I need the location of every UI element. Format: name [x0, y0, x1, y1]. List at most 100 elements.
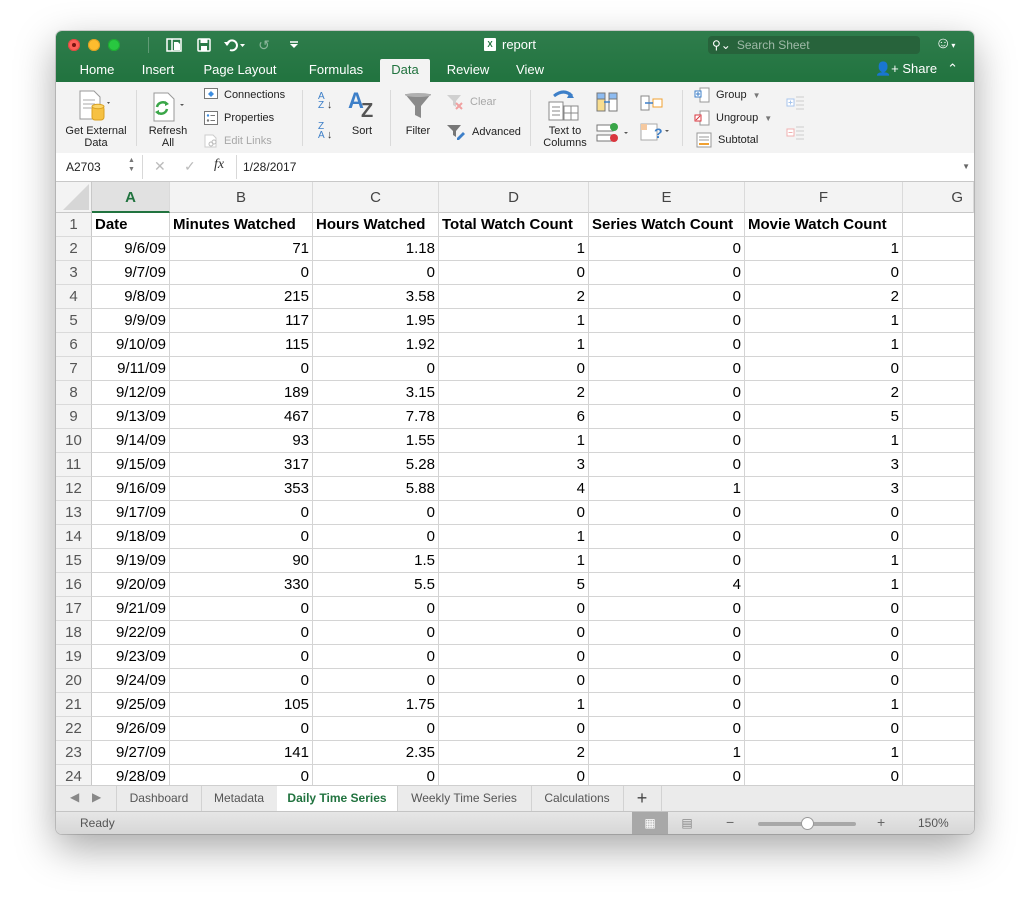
tab-review[interactable]: Review	[440, 59, 496, 82]
cell-movie-watch-count[interactable]: 0	[745, 717, 903, 741]
cell-movie-watch-count[interactable]: 1	[745, 333, 903, 357]
name-box-stepper[interactable]: ▲ ▼	[128, 156, 135, 174]
cell-hours-watched[interactable]: 0	[313, 621, 439, 645]
cell-series-watch-count[interactable]: 0	[589, 261, 745, 285]
cell-total-watch-count[interactable]: 1	[439, 333, 589, 357]
tab-insert[interactable]: Insert	[132, 59, 184, 82]
cell-g[interactable]	[903, 717, 974, 741]
cell-movie-watch-count[interactable]: 1	[745, 429, 903, 453]
cell-total-watch-count[interactable]: 5	[439, 573, 589, 597]
cell-g[interactable]	[903, 693, 974, 717]
cell-series-watch-count[interactable]: 0	[589, 669, 745, 693]
cell-date[interactable]: 9/8/09	[92, 285, 170, 309]
cell-g[interactable]	[903, 405, 974, 429]
cell-minutes-watched[interactable]: 0	[170, 645, 313, 669]
cell-movie-watch-count[interactable]: 0	[745, 645, 903, 669]
row-number[interactable]: 15	[56, 549, 92, 573]
cell-minutes-watched[interactable]: 0	[170, 597, 313, 621]
formula-input[interactable]: 1/28/2017	[243, 160, 296, 174]
row-number[interactable]: 23	[56, 741, 92, 765]
cell-hours-watched[interactable]: 2.35	[313, 741, 439, 765]
cell-movie-watch-count[interactable]: 0	[745, 357, 903, 381]
refresh-all-button[interactable]: Refresh All	[144, 125, 192, 149]
cell-series-watch-count[interactable]: 0	[589, 357, 745, 381]
cell-series-watch-count[interactable]: Series Watch Count	[589, 213, 745, 237]
expand-formula-bar-icon[interactable]: ▼	[962, 162, 970, 171]
cell-series-watch-count[interactable]: 0	[589, 597, 745, 621]
cell-date[interactable]: 9/11/09	[92, 357, 170, 381]
cell-hours-watched[interactable]: 0	[313, 669, 439, 693]
cell-hours-watched[interactable]: 0	[313, 645, 439, 669]
cell-total-watch-count[interactable]: 0	[439, 597, 589, 621]
tab-home[interactable]: Home	[70, 59, 124, 82]
cell-minutes-watched[interactable]: 215	[170, 285, 313, 309]
name-box[interactable]: A2703	[66, 160, 101, 174]
cell-minutes-watched[interactable]: 189	[170, 381, 313, 405]
cell-g[interactable]	[903, 429, 974, 453]
cell-minutes-watched[interactable]: 0	[170, 621, 313, 645]
cell-movie-watch-count[interactable]: 5	[745, 405, 903, 429]
sort-z-to-a-button[interactable]: ZA ↓	[318, 122, 332, 141]
column-header-g[interactable]: G	[903, 182, 974, 213]
cell-total-watch-count[interactable]: 2	[439, 741, 589, 765]
cell-movie-watch-count[interactable]: 0	[745, 621, 903, 645]
row-number[interactable]: 13	[56, 501, 92, 525]
cell-movie-watch-count[interactable]: 3	[745, 453, 903, 477]
cell-total-watch-count[interactable]: 0	[439, 357, 589, 381]
undo-icon[interactable]	[219, 36, 249, 54]
zoom-slider[interactable]	[758, 817, 856, 830]
cell-hours-watched[interactable]: 1.75	[313, 693, 439, 717]
cell-g[interactable]	[903, 501, 974, 525]
add-sheet-button[interactable]: +	[623, 786, 662, 811]
cell-date[interactable]: 9/19/09	[92, 549, 170, 573]
column-header-e[interactable]: E	[589, 182, 745, 213]
row-number[interactable]: 2	[56, 237, 92, 261]
cell-date[interactable]: 9/25/09	[92, 693, 170, 717]
cell-movie-watch-count[interactable]: 0	[745, 669, 903, 693]
row-number[interactable]: 20	[56, 669, 92, 693]
cell-minutes-watched[interactable]: 0	[170, 261, 313, 285]
row-number[interactable]: 5	[56, 309, 92, 333]
cell-hours-watched[interactable]: 1.18	[313, 237, 439, 261]
redo-icon[interactable]: ↺	[249, 36, 279, 54]
cell-minutes-watched[interactable]: 0	[170, 525, 313, 549]
cell-series-watch-count[interactable]: 0	[589, 525, 745, 549]
cell-minutes-watched[interactable]: 115	[170, 333, 313, 357]
cell-series-watch-count[interactable]: 0	[589, 717, 745, 741]
cell-date[interactable]: 9/22/09	[92, 621, 170, 645]
cell-hours-watched[interactable]: 1.5	[313, 549, 439, 573]
cell-movie-watch-count[interactable]: 0	[745, 525, 903, 549]
sheet-tab-calculations[interactable]: Calculations	[531, 786, 624, 811]
cell-series-watch-count[interactable]: 0	[589, 237, 745, 261]
row-number[interactable]: 6	[56, 333, 92, 357]
hide-detail-button[interactable]	[786, 125, 806, 146]
advanced-filter-button[interactable]: Advanced	[446, 124, 521, 140]
tab-data[interactable]: Data	[380, 59, 430, 82]
cell-movie-watch-count[interactable]: 0	[745, 501, 903, 525]
cell-g[interactable]	[903, 645, 974, 669]
clear-filter-button[interactable]: Clear	[446, 94, 496, 110]
share-button[interactable]: 👤+ Share	[875, 61, 937, 77]
cell-hours-watched[interactable]: 0	[313, 597, 439, 621]
cell-series-watch-count[interactable]: 4	[589, 573, 745, 597]
group-button[interactable]: Group ▼	[694, 87, 761, 103]
cell-g[interactable]	[903, 381, 974, 405]
cell-g[interactable]	[903, 765, 974, 785]
zoom-window-button[interactable]	[108, 39, 120, 51]
cell-total-watch-count[interactable]: 1	[439, 429, 589, 453]
column-header-d[interactable]: D	[439, 182, 589, 213]
cell-movie-watch-count[interactable]: 1	[745, 573, 903, 597]
minimize-window-button[interactable]	[88, 39, 100, 51]
cell-g[interactable]	[903, 669, 974, 693]
cell-g[interactable]	[903, 357, 974, 381]
cell-minutes-watched[interactable]: 467	[170, 405, 313, 429]
cell-hours-watched[interactable]: 7.78	[313, 405, 439, 429]
ungroup-button[interactable]: Ungroup ▼	[694, 110, 772, 126]
cell-minutes-watched[interactable]: 105	[170, 693, 313, 717]
cell-date[interactable]: 9/16/09	[92, 477, 170, 501]
select-all-button[interactable]	[56, 182, 92, 213]
cell-g[interactable]	[903, 453, 974, 477]
cell-date[interactable]: 9/21/09	[92, 597, 170, 621]
page-layout-view-button[interactable]: ▤	[676, 812, 698, 834]
customize-toolbar-icon[interactable]	[279, 36, 309, 54]
